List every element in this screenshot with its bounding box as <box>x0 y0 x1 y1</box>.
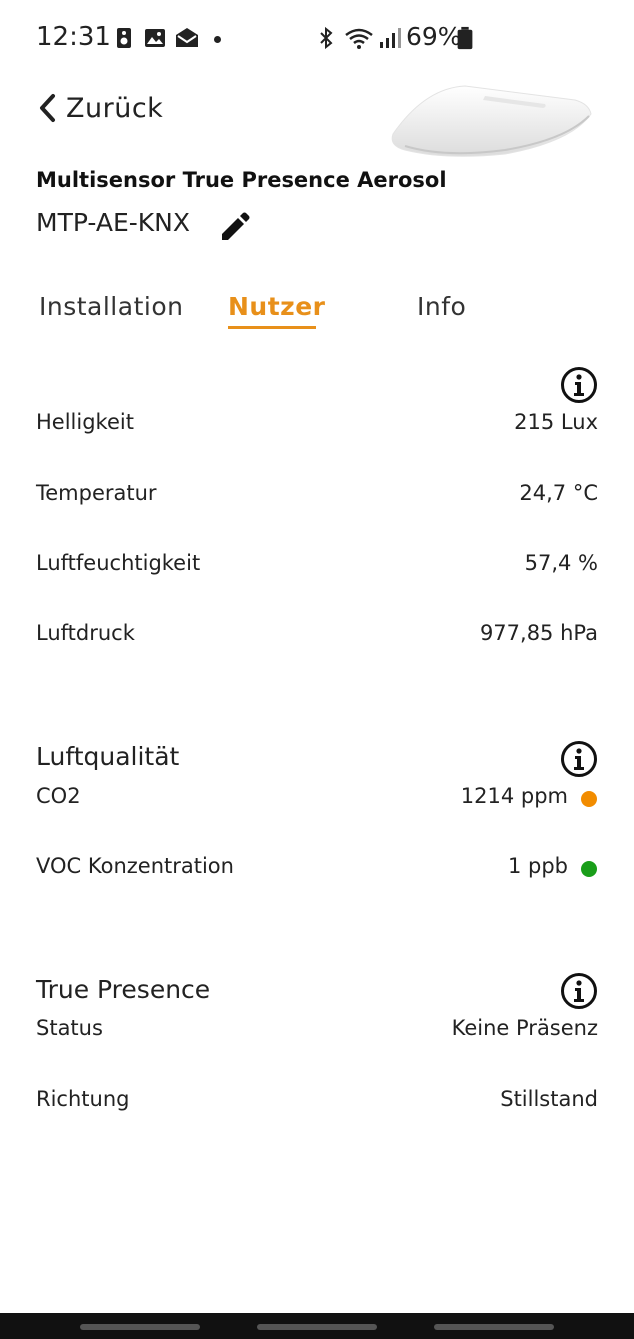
air-pressure-label: Luftdruck <box>36 621 135 645</box>
co2-status-dot <box>581 791 597 807</box>
voc-value: 1 ppb <box>507 854 568 878</box>
back-button[interactable]: Zurück <box>36 88 163 128</box>
co2-label: CO2 <box>36 784 81 808</box>
air-quality-title: Luftqualität <box>36 742 180 771</box>
active-tab-indicator <box>228 326 316 329</box>
direction-label: Richtung <box>36 1087 130 1111</box>
humidity-label: Luftfeuchtigkeit <box>36 551 201 575</box>
dot-icon <box>214 36 221 43</box>
signal-icon <box>380 28 401 48</box>
back-label: Zurück <box>66 92 164 124</box>
co2-value: 1214 ppm <box>460 784 568 808</box>
humidity-value: 57,4 % <box>524 551 598 575</box>
direction-value: Stillstand <box>500 1087 598 1111</box>
nav-recents-button[interactable] <box>80 1324 200 1330</box>
presence-title: True Presence <box>36 975 211 1004</box>
presence-status-value: Keine Präsenz <box>451 1016 598 1040</box>
chevron-left-icon <box>40 94 55 122</box>
tab-info[interactable]: Info <box>417 292 466 321</box>
info-icon[interactable] <box>560 366 598 404</box>
status-time: 12:31 <box>36 22 111 52</box>
brightness-label: Helligkeit <box>36 410 134 434</box>
info-icon[interactable] <box>560 740 598 778</box>
speaker-icon <box>117 28 131 48</box>
edit-icon[interactable] <box>216 210 252 246</box>
temperature-value: 24,7 °C <box>519 481 598 505</box>
presence-status-label: Status <box>36 1016 103 1040</box>
air-pressure-value: 977,85 hPa <box>479 621 598 645</box>
tab-nutzer[interactable]: Nutzer <box>228 292 326 321</box>
device-image <box>391 85 592 157</box>
nav-back-button[interactable] <box>434 1324 554 1330</box>
temperature-label: Temperatur <box>36 481 157 505</box>
voc-label: VOC Konzentration <box>36 854 234 878</box>
battery-percent: 69% <box>406 22 462 51</box>
voc-status-dot <box>581 861 597 877</box>
mail-icon <box>176 28 198 47</box>
product-name: Multisensor True Presence Aerosol <box>36 168 447 192</box>
device-name: MTP-AE-KNX <box>36 208 190 237</box>
wifi-icon <box>345 28 373 49</box>
battery-icon <box>457 26 473 50</box>
status-bar: 12:31 69% <box>0 0 634 80</box>
image-icon <box>145 29 165 47</box>
info-icon[interactable] <box>560 972 598 1010</box>
tab-installation[interactable]: Installation <box>39 292 183 321</box>
nav-home-button[interactable] <box>257 1324 377 1330</box>
brightness-value: 215 Lux <box>514 410 598 434</box>
bluetooth-icon <box>320 26 333 50</box>
